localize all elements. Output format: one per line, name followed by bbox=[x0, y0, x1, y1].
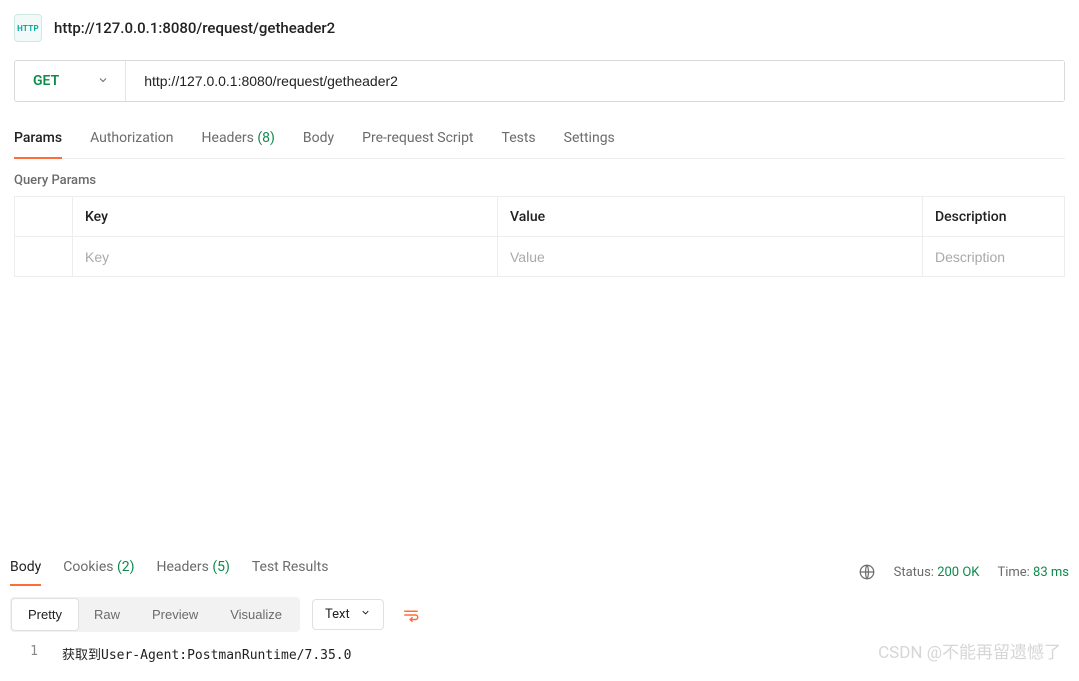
resp-tab-test-results[interactable]: Test Results bbox=[252, 559, 329, 585]
tab-headers-count: (8) bbox=[257, 130, 275, 146]
request-title-row: HTTP http://127.0.0.1:8080/request/gethe… bbox=[14, 0, 1065, 60]
method-select[interactable]: GET bbox=[15, 61, 126, 101]
time-label: Time: 83 ms bbox=[997, 565, 1069, 580]
status-label-text: Status: bbox=[894, 565, 934, 580]
resp-tab-cookies[interactable]: Cookies (2) bbox=[63, 559, 134, 585]
time-value: 83 ms bbox=[1033, 565, 1069, 580]
tab-prerequest[interactable]: Pre-request Script bbox=[362, 130, 473, 158]
chevron-down-icon bbox=[97, 74, 109, 89]
tab-authorization[interactable]: Authorization bbox=[90, 130, 173, 158]
wrap-lines-button[interactable] bbox=[394, 598, 428, 632]
format-select[interactable]: Text bbox=[312, 599, 384, 630]
value-input[interactable] bbox=[510, 237, 922, 276]
key-input[interactable] bbox=[85, 237, 497, 276]
response-body-text[interactable]: 获取到User-Agent:PostmanRuntime/7.35.0 bbox=[62, 644, 351, 663]
query-params-table: Key Value Description bbox=[14, 196, 1065, 277]
format-label: Text bbox=[325, 607, 350, 622]
method-label: GET bbox=[33, 73, 59, 89]
resp-tab-body[interactable]: Body bbox=[10, 559, 41, 585]
wrap-icon bbox=[402, 606, 420, 624]
query-params-label: Query Params bbox=[14, 173, 1065, 188]
view-pretty-button[interactable]: Pretty bbox=[12, 599, 78, 630]
request-tabs: Params Authorization Headers (8) Body Pr… bbox=[14, 130, 1065, 159]
value-header: Value bbox=[498, 197, 923, 237]
key-header: Key bbox=[73, 197, 498, 237]
url-bar: GET bbox=[14, 60, 1065, 102]
view-segment: Pretty Raw Preview Visualize bbox=[10, 597, 300, 632]
tab-headers-label: Headers bbox=[202, 130, 254, 146]
resp-tab-headers-count: (5) bbox=[212, 559, 230, 575]
url-input[interactable] bbox=[126, 61, 1064, 101]
http-badge-text: HTTP bbox=[17, 24, 39, 33]
status-group: Status: 200 OK Time: 83 ms bbox=[858, 563, 1069, 581]
table-row bbox=[15, 237, 1065, 277]
chevron-down-icon bbox=[360, 607, 371, 622]
time-label-text: Time: bbox=[997, 565, 1029, 580]
view-raw-button[interactable]: Raw bbox=[78, 599, 136, 630]
globe-icon[interactable] bbox=[858, 563, 876, 581]
status-label: Status: 200 OK bbox=[894, 565, 980, 580]
http-badge-icon: HTTP bbox=[14, 14, 42, 42]
description-header: Description bbox=[923, 197, 1065, 237]
response-tabs: Body Cookies (2) Headers (5) Test Result… bbox=[10, 559, 328, 585]
resp-tab-cookies-label: Cookies bbox=[63, 559, 113, 575]
resp-tab-headers[interactable]: Headers (5) bbox=[157, 559, 230, 585]
view-visualize-button[interactable]: Visualize bbox=[214, 599, 298, 630]
tab-headers[interactable]: Headers (8) bbox=[202, 130, 275, 158]
request-title: http://127.0.0.1:8080/request/getheader2 bbox=[54, 19, 335, 37]
checkbox-cell[interactable] bbox=[15, 237, 73, 277]
resp-tab-cookies-count: (2) bbox=[117, 559, 135, 575]
description-input[interactable] bbox=[935, 237, 1064, 276]
view-preview-button[interactable]: Preview bbox=[136, 599, 214, 630]
checkbox-header bbox=[15, 197, 73, 237]
tab-settings[interactable]: Settings bbox=[564, 130, 615, 158]
response-body: 1 获取到User-Agent:PostmanRuntime/7.35.0 bbox=[10, 644, 1069, 663]
tab-body[interactable]: Body bbox=[303, 130, 334, 158]
view-row: Pretty Raw Preview Visualize Text bbox=[10, 597, 1069, 632]
tab-params[interactable]: Params bbox=[14, 130, 62, 158]
status-value: 200 OK bbox=[937, 565, 979, 580]
response-area: Body Cookies (2) Headers (5) Test Result… bbox=[0, 559, 1079, 681]
line-number: 1 bbox=[10, 644, 38, 663]
tab-tests[interactable]: Tests bbox=[502, 130, 536, 158]
resp-tab-headers-label: Headers bbox=[157, 559, 209, 575]
